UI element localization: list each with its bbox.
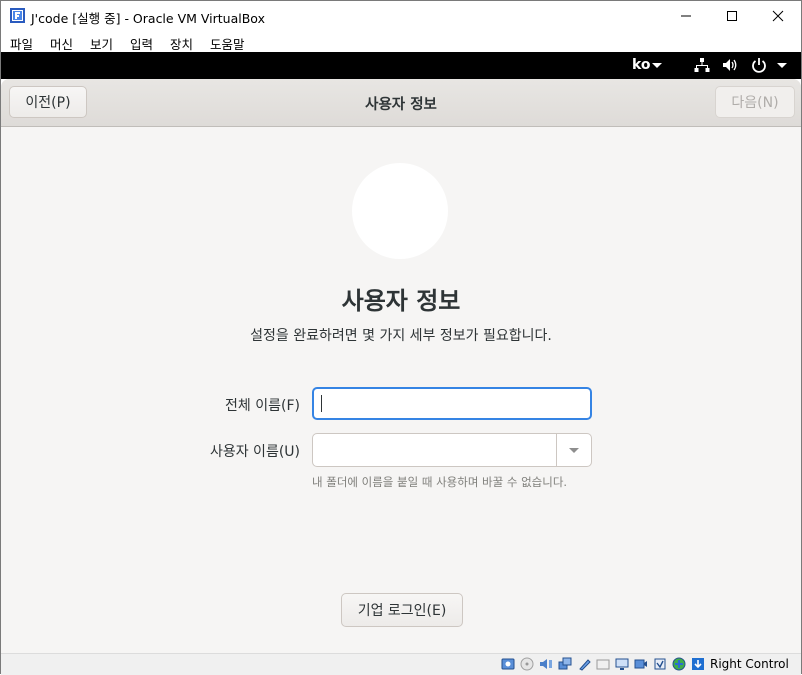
menu-bar: 파일 머신 보기 입력 장치 도움말 (1, 31, 801, 52)
network-icon[interactable] (694, 57, 710, 73)
menu-help[interactable]: 도움말 (210, 34, 245, 53)
minimize-button[interactable] (663, 1, 709, 31)
menu-view[interactable]: 보기 (90, 34, 113, 53)
maximize-icon (727, 11, 737, 21)
username-hint: 내 폴더에 이름을 붙일 때 사용하며 바꿀 수 없습니다. (312, 475, 568, 489)
status-bar: Right Control (1, 653, 801, 675)
virtualbox-app-icon (10, 8, 25, 23)
language-indicator[interactable]: ko (632, 57, 651, 73)
title-bar[interactable]: J'code [실행 중] - Oracle VM VirtualBox (1, 1, 801, 31)
guest-top-bar: ko (1, 52, 801, 79)
optical-drive-icon[interactable] (520, 657, 534, 671)
usb-icon[interactable] (577, 657, 591, 671)
username-combo[interactable] (312, 433, 592, 467)
chevron-down-icon (652, 63, 662, 68)
audio-icon[interactable] (539, 657, 553, 671)
full-name-label: 전체 이름(F) (225, 398, 300, 414)
mouse-integration-icon[interactable] (672, 657, 686, 671)
close-button[interactable] (755, 1, 801, 31)
chevron-down-icon (569, 448, 579, 453)
cpu-icon[interactable] (653, 657, 667, 671)
chevron-down-icon (777, 63, 787, 68)
next-button[interactable]: 다음(N) (715, 86, 795, 118)
network-adapter-icon[interactable] (558, 657, 572, 671)
username-label: 사용자 이름(U) (209, 444, 300, 460)
menu-file[interactable]: 파일 (10, 34, 33, 53)
close-icon (772, 10, 784, 22)
display-icon[interactable] (615, 657, 629, 671)
volume-icon[interactable] (722, 57, 738, 73)
avatar[interactable] (352, 163, 448, 259)
host-key-label: Right Control (710, 657, 789, 671)
header-bar: 이전(P) 사용자 정보 다음(N) (1, 79, 801, 127)
page-subtitle: 설정을 완료하려면 몇 가지 세부 정보가 필요합니다. (250, 328, 552, 344)
menu-input[interactable]: 입력 (130, 34, 153, 53)
username-dropdown-button[interactable] (556, 434, 592, 466)
window-title: J'code [실행 중] - Oracle VM VirtualBox (31, 11, 265, 26)
initial-setup-screen: 이전(P) 사용자 정보 다음(N) 사용자 정보 설정을 완료하려면 몇 가지… (1, 79, 801, 653)
keyboard-capture-icon[interactable] (691, 657, 705, 671)
page-title: 사용자 정보 (341, 287, 461, 315)
hard-disk-icon[interactable] (501, 657, 515, 671)
shared-folder-icon[interactable] (596, 657, 610, 671)
minimize-icon (681, 15, 691, 17)
virtualbox-window: J'code [실행 중] - Oracle VM VirtualBox 파일 … (0, 0, 802, 675)
header-title: 사용자 정보 (365, 97, 437, 113)
enterprise-login-button[interactable]: 기업 로그인(E) (341, 593, 463, 627)
power-icon[interactable] (751, 57, 767, 73)
recording-icon[interactable] (634, 657, 648, 671)
menu-machine[interactable]: 머신 (50, 34, 73, 53)
menu-devices[interactable]: 장치 (170, 34, 193, 53)
maximize-button[interactable] (709, 1, 755, 31)
text-cursor (321, 395, 322, 412)
full-name-field[interactable] (312, 387, 592, 420)
